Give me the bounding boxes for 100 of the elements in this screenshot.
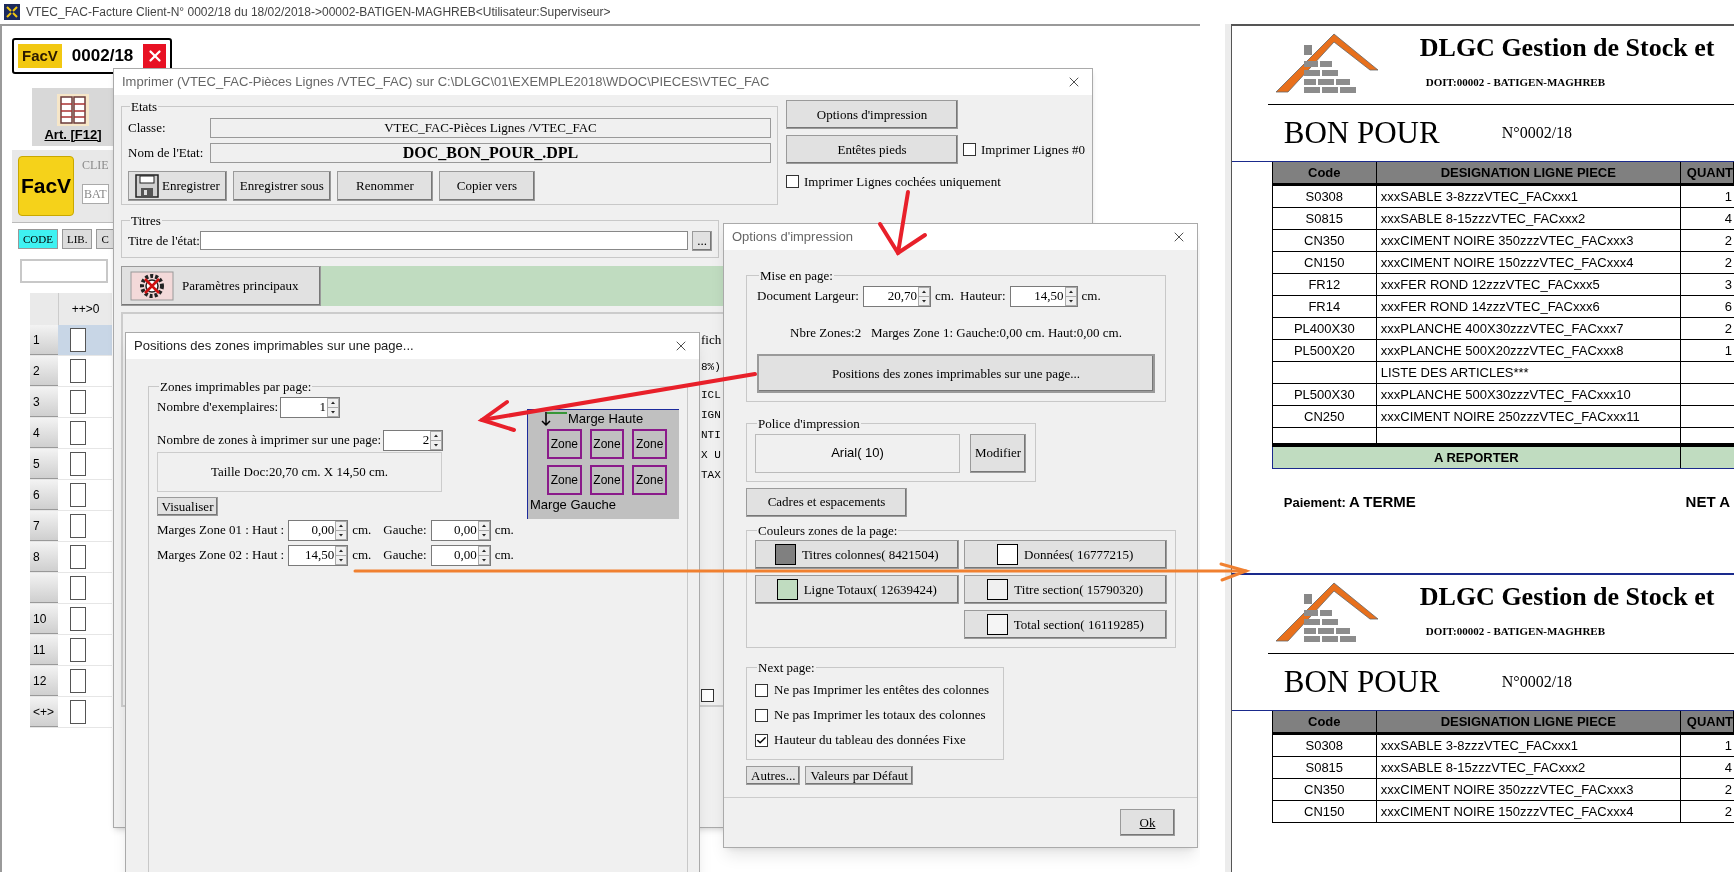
table-cell-text: 2 — [1723, 232, 1733, 250]
checkbox[interactable] — [70, 607, 86, 631]
toolbar-button[interactable]: Copier vers — [438, 170, 535, 201]
table-cell-text: 3 — [1723, 276, 1733, 294]
toolbar-button[interactable]: Enregistrer — [128, 170, 227, 201]
zone-positions-button[interactable]: Positions des zones imprimables sur une page... — [757, 354, 1155, 393]
group-label: Next page: — [757, 659, 816, 677]
app-icon — [4, 4, 20, 20]
checkbox[interactable] — [70, 421, 86, 445]
payment-label: Paiement: — [1283, 493, 1346, 512]
headers-footers-button[interactable]: Entêtes pieds — [786, 135, 958, 164]
checkbox[interactable] — [70, 700, 86, 724]
zones-summary: Nbre Zones:2 Marges Zone 1: Gauche:0,00 cm. Haut:0,00 cm. — [789, 323, 1123, 342]
document-tab[interactable]: FacV 0002/18 — [12, 38, 172, 74]
title-field[interactable] — [199, 231, 688, 250]
print-options-button[interactable]: Options d'impression — [786, 100, 958, 129]
browse-button[interactable]: ... — [692, 230, 712, 251]
color-button[interactable]: Titres colonnes( 8421504) — [755, 540, 959, 569]
checkbox[interactable] — [755, 733, 768, 747]
diagram-label: Marge Haute — [568, 409, 644, 428]
document-size-text: Taille Doc:20,70 cm. X 14,50 cm. — [157, 451, 442, 492]
payment-value: A TERME — [1348, 492, 1416, 512]
font-display: Arial( 10) — [755, 433, 960, 473]
table-cell: xxxPLANCHE 500X20zzzVTEC_FACxxx8 — [1376, 340, 1681, 361]
zone-tile: Zone — [589, 464, 625, 495]
row-number: 8 — [30, 542, 58, 572]
checkbox[interactable] — [70, 669, 86, 693]
document-number: N°0002/18 — [1501, 123, 1573, 143]
unit-label: cm. — [352, 521, 372, 540]
search-field[interactable] — [20, 259, 108, 283]
table-cell: PL500X30 — [1272, 384, 1377, 405]
color-button[interactable]: Total section( 16119285) — [963, 610, 1167, 639]
field-label: Gauche: — [383, 521, 427, 540]
table-cell: xxxPLANCHE 500X30zzzVTEC_FACxxx10 — [1376, 384, 1681, 405]
table-cell: xxxPLANCHE 400X30zzzVTEC_FACxxx7 — [1376, 318, 1681, 339]
color-button[interactable]: Titre section( 15790320) — [963, 575, 1167, 604]
text-fragment: NTI — [701, 428, 721, 443]
company-title: DLGC Gestion de Stock et — [1419, 581, 1715, 613]
modify-font-button[interactable]: Modifier — [970, 433, 1026, 473]
checkbox[interactable] — [70, 452, 86, 476]
table-cell-text: 4 — [1723, 759, 1733, 777]
toolbar-button[interactable]: Enregistrer sous — [232, 170, 331, 201]
group-label: Couleurs zones de la page: — [757, 521, 899, 540]
field-label: Classe: — [128, 118, 167, 137]
dialog-button[interactable]: Autres... — [746, 765, 801, 785]
table-cell: S0815 — [1272, 208, 1377, 229]
close-button[interactable] — [143, 44, 166, 68]
table-cell: xxxFER ROND 14zzzVTEC_FACxxx6 — [1376, 296, 1681, 317]
window-title: VTEC_FAC-Facture Client-N° 0002/18 du 18/02/2018->00002-BATIGEN-MAGHREB<Utilisateur:Superviseur> — [26, 4, 611, 21]
checkbox[interactable] — [70, 359, 86, 383]
checkbox-label: Ne pas Imprimer les entêtes des colonnes — [774, 681, 990, 700]
checkbox[interactable] — [755, 683, 768, 697]
window-title: Positions des zones imprimables sur une page... — [134, 337, 415, 356]
document-number: 0002/18 — [71, 45, 134, 68]
window-title: Options d'impression — [732, 228, 854, 247]
checkbox[interactable] — [70, 483, 86, 507]
checkbox[interactable] — [70, 514, 86, 538]
row-number: 12 — [30, 666, 58, 696]
filter-button[interactable]: C — [96, 229, 114, 249]
grid-cell[interactable] — [58, 325, 112, 355]
table-cell: PL500X20 — [1272, 340, 1377, 361]
main-parameters-button[interactable]: Paramètres principaux — [121, 265, 321, 306]
client-field[interactable]: BAT — [82, 184, 109, 204]
class-field[interactable]: VTEC_FAC-Pièces Lignes /VTEC_FAC — [210, 117, 771, 138]
column-header: Code — [1272, 711, 1377, 732]
table-cell-text: 2 — [1723, 254, 1733, 272]
frames-spacing-button[interactable]: Cadres et espacements — [746, 487, 907, 517]
color-button[interactable]: Données( 16777215) — [963, 540, 1167, 569]
table-cell: LISTE DES ARTICLES*** — [1376, 362, 1681, 383]
unit-label: cm. — [1081, 287, 1101, 306]
column-header: Code — [1272, 162, 1377, 183]
table-cell-text: 2 — [1723, 803, 1733, 821]
color-button[interactable]: Ligne Totaux( 12639424) — [755, 575, 959, 604]
toolbar-button[interactable]: Renommer — [336, 170, 433, 201]
table-cell: CN350 — [1272, 230, 1377, 251]
down-arrow-icon — [540, 410, 568, 427]
text-fragment: fich — [701, 330, 722, 349]
preview-button[interactable]: Visualiser — [157, 496, 218, 516]
field-label: Nombre de zones à imprimer sur une page: — [157, 431, 382, 450]
checkbox[interactable] — [70, 638, 86, 662]
checkbox[interactable] — [963, 143, 976, 156]
report-name-field[interactable]: DOC_BON_POUR_.DPL — [210, 142, 771, 163]
document-type-badge: FacV — [18, 44, 62, 68]
ok-button[interactable]: Ok — [1120, 809, 1175, 836]
checkbox[interactable] — [786, 175, 799, 189]
checkbox[interactable] — [701, 689, 714, 702]
filter-button[interactable]: LIB. — [61, 229, 93, 249]
filter-button[interactable]: CODE — [18, 229, 58, 249]
unit-label: cm. — [494, 546, 514, 565]
checkbox[interactable] — [70, 390, 86, 414]
checkbox[interactable] — [755, 708, 768, 722]
checkbox[interactable] — [70, 328, 86, 352]
checkbox[interactable] — [70, 576, 86, 600]
checkbox[interactable] — [70, 545, 86, 569]
dialog-button[interactable]: Valeurs par Défaut — [805, 765, 913, 785]
text-fragment: X U — [701, 448, 721, 463]
articles-button[interactable]: Art. [F12] — [32, 88, 114, 146]
column-header: DESIGNATION LIGNE PIECE — [1376, 162, 1681, 183]
row-number: 3 — [30, 387, 58, 417]
row-number: 6 — [30, 480, 58, 510]
